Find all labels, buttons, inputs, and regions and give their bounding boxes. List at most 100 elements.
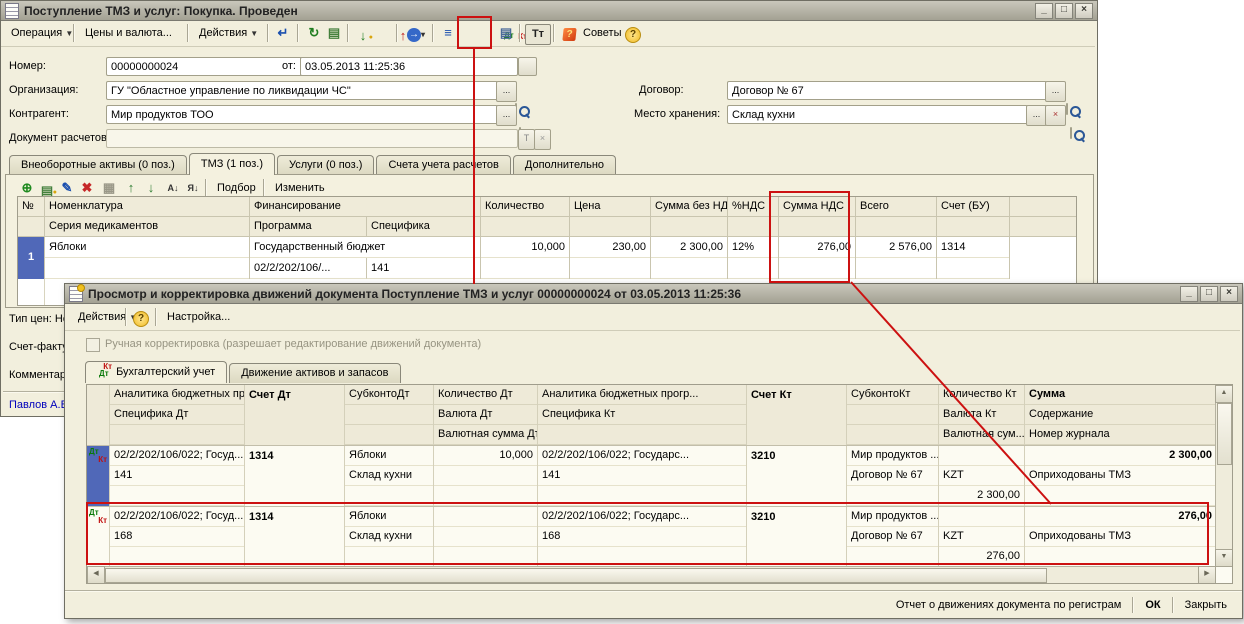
item-row[interactable]: 1 Яблоки Государственный бюджет02/2/202/… <box>18 237 1076 279</box>
movements-toolbar: Действия ▼ ? Настройка... <box>65 305 1240 331</box>
document-tabs: Внеоборотные активы (0 поз.) ТМЗ (1 поз.… <box>9 153 616 175</box>
pick-button[interactable]: Подбор <box>211 178 262 198</box>
document-window-titlebar[interactable]: Поступление ТМЗ и услуг: Покупка. Провед… <box>1 1 1097 21</box>
organization-label: Организация: <box>9 84 78 96</box>
cell-sum: 276,00Оприходованы ТМЗ <box>1025 507 1216 567</box>
movements-window-title: Просмотр и корректировка движений докуме… <box>88 287 1175 301</box>
col-nomenclature: Номенклатура <box>45 197 249 217</box>
number-input[interactable] <box>106 57 310 76</box>
cell-financing: Государственный бюджет <box>250 237 480 258</box>
movements-grid[interactable]: Аналитика бюджетных пр...Специфика Дт Сч… <box>86 384 1233 584</box>
items-grid-header: № НоменклатураСерия медикаментов Финанси… <box>18 197 1076 237</box>
movement-row[interactable]: ДтКт02/2/202/106/022; Госуд...1681314Ябл… <box>87 507 1216 567</box>
registers-report-button[interactable]: Отчет о движениях документа по регистрам <box>889 598 1129 612</box>
close-button[interactable]: Закрыть <box>1178 598 1234 612</box>
money-in-icon[interactable]: ↓ <box>353 27 373 46</box>
manual-adjustment-checkbox[interactable] <box>86 338 100 352</box>
close-icon[interactable]: × <box>1220 286 1238 302</box>
structure-icon[interactable]: ≡ <box>438 24 458 43</box>
cell-quantity: 10,000 <box>481 237 569 258</box>
maximize-icon[interactable]: □ <box>1200 286 1218 302</box>
vertical-scroll-thumb[interactable] <box>1217 403 1232 465</box>
font-settings-icon[interactable]: Тт <box>525 24 551 45</box>
help-icon[interactable]: ? <box>623 24 643 43</box>
scroll-right-icon[interactable]: ▶ <box>1198 566 1216 584</box>
change-button[interactable]: Изменить <box>269 178 331 198</box>
counterparty-input[interactable] <box>106 105 498 124</box>
row-number-cell: 1 <box>18 237 45 279</box>
organization-select-button[interactable]: ... <box>496 81 517 102</box>
organization-input[interactable] <box>106 81 498 100</box>
scroll-left-icon[interactable]: ◀ <box>87 566 105 584</box>
cell-program: 02/2/202/106/... <box>250 258 367 279</box>
author-link[interactable]: Павлов А.В <box>9 399 68 411</box>
warehouse-clear-icon[interactable]: × <box>1045 105 1066 126</box>
counterparty-select-button[interactable]: ... <box>496 105 517 126</box>
help-icon[interactable]: ? <box>131 308 151 327</box>
tips-button[interactable]: Советы <box>577 23 627 43</box>
cell-analytics_dt: 02/2/202/106/022; Госуд...141 <box>110 446 245 506</box>
tips-book-icon[interactable]: ? <box>559 24 579 43</box>
contract-input[interactable] <box>727 81 1047 100</box>
cell-account_kt: 3210 <box>747 507 847 567</box>
col-account: Счет (БУ) <box>937 197 1009 217</box>
col-quantity: Количество <box>481 197 569 217</box>
actions-menu-button[interactable]: Действия ▼ <box>193 23 264 43</box>
cell-subconto_kt: Мир продуктов ...Договор № 67 <box>847 446 939 506</box>
cell-account_dt: 1314 <box>245 507 345 567</box>
cell-subconto_dt: ЯблокиСклад кухни <box>345 446 434 506</box>
vertical-scrollbar[interactable]: ▲ ▼ <box>1215 385 1232 567</box>
go-to-icon[interactable]: →▾ <box>402 24 430 43</box>
prices-currency-button[interactable]: Цены и валюта... <box>79 23 178 43</box>
contract-select-button[interactable]: ... <box>1045 81 1066 102</box>
number-label: Номер: <box>9 60 46 72</box>
tab-assets-movement[interactable]: Движение активов и запасов <box>229 363 400 383</box>
calendar-icon[interactable] <box>518 57 537 76</box>
horizontal-scroll-thumb[interactable] <box>105 568 1047 583</box>
invoice-label: Счет-факту <box>9 341 68 353</box>
tab-additional[interactable]: Дополнительно <box>513 155 616 175</box>
cell-account_kt: 3210 <box>747 446 847 506</box>
date-input[interactable] <box>300 57 518 76</box>
cell-subconto_kt: Мир продуктов ...Договор № 67 <box>847 507 939 567</box>
movements-grid-header: Аналитика бюджетных пр...Специфика Дт Сч… <box>87 385 1216 446</box>
tab-settlement-accounts[interactable]: Счета учета расчетов <box>376 155 510 175</box>
scroll-down-icon[interactable]: ▼ <box>1215 549 1233 567</box>
copy-document-icon[interactable]: ▤ <box>324 24 344 43</box>
tab-accounting[interactable]: ДтКт Бухгалтерский учет <box>85 361 227 383</box>
manual-adjustment-label: Ручная корректировка (разрешает редактир… <box>105 338 481 350</box>
tab-services[interactable]: Услуги (0 поз.) <box>277 155 374 175</box>
operation-menu-button[interactable]: Операция ▼ <box>5 23 79 43</box>
settlement-doc-label: Документ расчетов: <box>9 132 110 144</box>
settlement-doc-clear-icon[interactable]: × <box>534 129 551 150</box>
close-icon[interactable]: × <box>1075 3 1093 19</box>
movements-window-titlebar[interactable]: Просмотр и корректировка движений докуме… <box>65 284 1242 304</box>
movement-row[interactable]: ДтКт02/2/202/106/022; Госуд...1411314Ябл… <box>87 446 1216 507</box>
col-vat-pct: %НДС <box>728 197 778 217</box>
cell-account: 1314 <box>937 237 1009 258</box>
horizontal-scrollbar[interactable]: ◀ ▶ <box>87 566 1216 583</box>
contract-search-icon[interactable] <box>1066 103 1068 115</box>
maximize-icon[interactable]: □ <box>1055 3 1073 19</box>
dtkt-row-icon: ДтКт <box>87 446 110 506</box>
warehouse-search-icon[interactable] <box>1070 127 1072 139</box>
settlement-doc-type-button[interactable]: T <box>518 129 535 150</box>
cell-vat-pct: 12% <box>728 237 778 258</box>
movements-list-icon[interactable]: ▤ <box>496 24 516 43</box>
scroll-up-icon[interactable]: ▲ <box>1215 385 1233 403</box>
minimize-icon[interactable]: _ <box>1180 286 1198 302</box>
main-toolbar: Операция ▼ Цены и валюта... Действия ▼ ↵… <box>1 21 1095 47</box>
ok-button[interactable]: ОК <box>1138 598 1167 612</box>
col-specifics: Специфика <box>367 217 480 237</box>
settlement-doc-input[interactable] <box>106 129 518 148</box>
warehouse-input[interactable] <box>727 105 1028 124</box>
warehouse-label: Место хранения: <box>634 108 720 120</box>
tab-noncurrent-assets[interactable]: Внеоборотные активы (0 поз.) <box>9 155 187 175</box>
dtkt-row-icon: ДтКт <box>87 507 110 567</box>
warehouse-select-button[interactable]: ... <box>1026 105 1047 126</box>
post-document-icon[interactable]: ↵ <box>273 24 293 43</box>
minimize-icon[interactable]: _ <box>1035 3 1053 19</box>
tab-tmz[interactable]: ТМЗ (1 поз.) <box>189 153 275 175</box>
repost-icon[interactable]: ↻ <box>304 24 324 43</box>
settings-button[interactable]: Настройка... <box>161 307 236 327</box>
